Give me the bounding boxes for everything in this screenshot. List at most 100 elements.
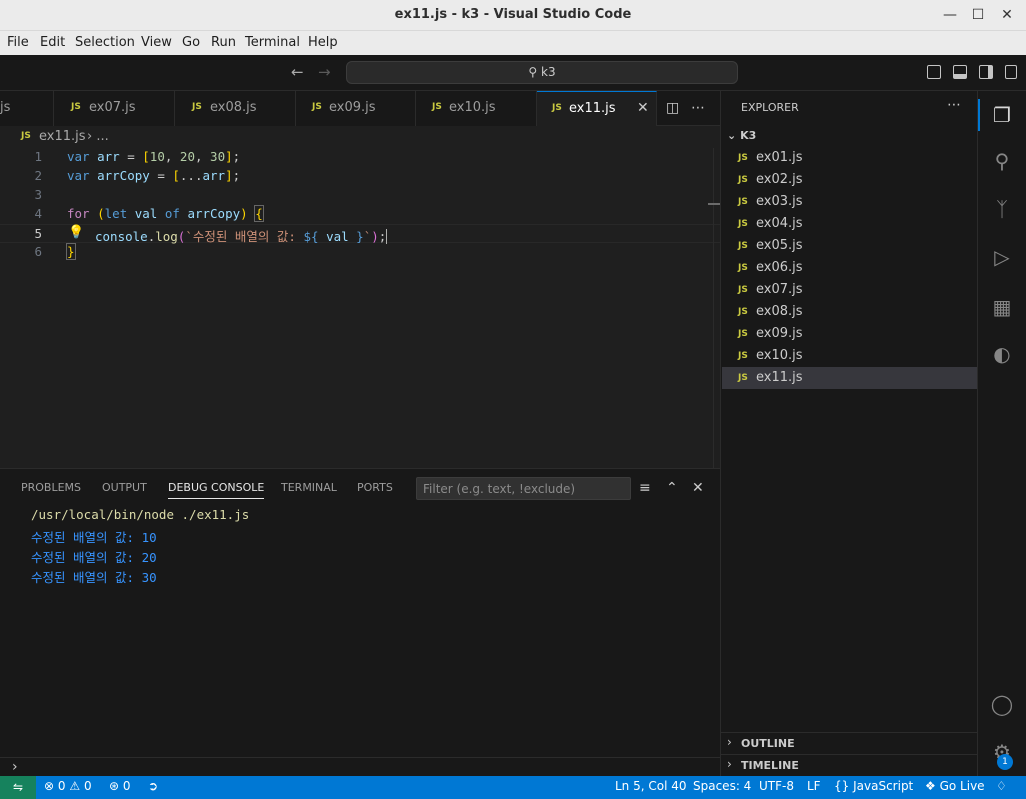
file-item[interactable]: JS ex06.js xyxy=(722,257,977,279)
js-file-icon: JS xyxy=(71,102,81,112)
file-item-selected[interactable]: JS ex11.js xyxy=(722,367,977,389)
remote-icon[interactable]: ⇋ xyxy=(0,776,36,799)
maximize-panel-icon[interactable]: ⌃ xyxy=(666,480,678,496)
panel-tab-output[interactable]: OUTPUT xyxy=(102,481,147,494)
filter-input[interactable] xyxy=(417,478,630,499)
toggle-secondary-sidebar-icon[interactable] xyxy=(979,65,993,79)
notifications-bell-icon[interactable]: ♢ xyxy=(996,779,1007,793)
menu-selection[interactable]: Selection xyxy=(75,35,135,50)
edge-devtools-icon[interactable]: ◐ xyxy=(989,341,1015,367)
file-item[interactable]: JS ex07.js xyxy=(722,279,977,301)
editor-scrollbar[interactable] xyxy=(713,148,714,468)
file-item[interactable]: JS ex03.js xyxy=(722,191,977,213)
toggle-primary-sidebar-icon[interactable] xyxy=(927,65,941,79)
code-line[interactable]: 3 xyxy=(0,186,720,205)
tab-ex08[interactable]: JS ex08.js xyxy=(175,91,296,126)
maximize-icon[interactable]: ☐ xyxy=(967,4,989,26)
tab-label: ex07.js xyxy=(89,100,136,115)
close-tab-icon[interactable]: ✕ xyxy=(637,100,649,116)
broadcast-icon: ❖ xyxy=(925,779,936,793)
menu-run[interactable]: Run xyxy=(211,35,236,50)
menu-go[interactable]: Go xyxy=(182,35,200,50)
forward-arrow-icon[interactable]: → xyxy=(318,63,331,81)
menu-bar: File Edit Selection View Go Run Terminal… xyxy=(0,31,1026,55)
split-editor-icon[interactable]: ◫ xyxy=(666,100,679,116)
menu-terminal[interactable]: Terminal xyxy=(245,35,300,50)
folder-k3[interactable]: ⌄ K3 xyxy=(727,129,756,142)
menu-help[interactable]: Help xyxy=(308,35,338,50)
problems-status[interactable]: ⊗ 0 ⚠ 0 xyxy=(44,779,92,793)
file-item[interactable]: JS ex05.js xyxy=(722,235,977,257)
end-of-line[interactable]: LF xyxy=(807,779,821,793)
language-mode[interactable]: {} JavaScript xyxy=(834,779,913,793)
code-line[interactable]: 2 var arrCopy = [...arr]; xyxy=(0,167,720,186)
close-window-icon[interactable]: ✕ xyxy=(996,4,1018,26)
tab-label: ex11.js xyxy=(569,101,616,116)
code-line[interactable]: 1 var arr = [10, 20, 30]; xyxy=(0,148,720,167)
panel-tab-ports[interactable]: PORTS xyxy=(357,481,393,494)
tab-label: js xyxy=(0,100,11,115)
source-control-icon[interactable]: ᛉ xyxy=(989,196,1015,222)
clear-console-icon[interactable]: ≡ xyxy=(639,480,651,496)
file-item[interactable]: JS ex08.js xyxy=(722,301,977,323)
toggle-panel-icon[interactable] xyxy=(953,65,967,79)
tab-ex11[interactable]: JS ex11.js ✕ xyxy=(537,91,657,126)
js-file-icon: JS xyxy=(738,153,748,163)
ports-status[interactable]: ⊛ 0 xyxy=(109,779,131,793)
close-panel-icon[interactable]: ✕ xyxy=(692,480,704,496)
file-item[interactable]: JS ex02.js xyxy=(722,169,977,191)
more-actions-icon[interactable]: ⋯ xyxy=(691,100,705,116)
broadcast-icon: ⊛ xyxy=(109,779,120,793)
tab-ex09[interactable]: JS ex09.js xyxy=(296,91,416,126)
file-item[interactable]: JS ex01.js xyxy=(722,147,977,169)
error-count: 0 xyxy=(57,779,66,793)
activity-bar: ❐ ⚲ ᛉ ▷ ▦ ◐ ◯ ⚙ xyxy=(977,91,1026,776)
cursor-position[interactable]: Ln 5, Col 40 xyxy=(615,779,687,793)
back-arrow-icon[interactable]: ← xyxy=(291,63,304,81)
command-center-search[interactable]: ⚲ k3 xyxy=(346,61,738,84)
tab-partial[interactable]: js xyxy=(0,91,54,126)
explorer-more-icon[interactable]: ⋯ xyxy=(947,97,961,113)
timeline-section[interactable]: › TIMELINE xyxy=(721,754,977,776)
js-file-icon: JS xyxy=(552,103,562,113)
panel-tab-terminal[interactable]: TERMINAL xyxy=(281,481,337,494)
menu-edit[interactable]: Edit xyxy=(40,35,65,50)
code-line-current[interactable]: 5 💡 console.log(`수정된 배열의 값: ${ val }`); xyxy=(0,224,720,244)
debug-repl-input[interactable]: › xyxy=(0,757,720,777)
indentation[interactable]: Spaces: 4 xyxy=(693,779,751,793)
warning-icon: ⚠ xyxy=(69,779,81,793)
go-live-button[interactable]: ❖ Go Live xyxy=(925,779,985,793)
code-editor[interactable]: 1 var arr = [10, 20, 30]; 2 var arrCopy … xyxy=(0,148,720,468)
accounts-icon[interactable]: ◯ xyxy=(989,691,1015,717)
outline-section[interactable]: › OUTLINE xyxy=(721,732,977,754)
console-log-line: 수정된 배열의 값: 20 xyxy=(31,550,157,565)
js-file-icon: JS xyxy=(738,329,748,339)
panel-tab-problems[interactable]: PROBLEMS xyxy=(21,481,81,494)
tab-ex07[interactable]: JS ex07.js xyxy=(54,91,175,126)
menu-view[interactable]: View xyxy=(141,35,172,50)
file-label: ex08.js xyxy=(756,304,803,319)
file-item[interactable]: JS ex10.js xyxy=(722,345,977,367)
run-debug-icon[interactable]: ▷ xyxy=(989,244,1015,270)
menu-file[interactable]: File xyxy=(7,35,29,50)
code-line[interactable]: 6 } xyxy=(0,243,720,262)
console-filter[interactable] xyxy=(416,477,631,500)
debug-status-icon[interactable]: ➲ xyxy=(148,779,158,793)
breadcrumb-file[interactable]: ex11.js xyxy=(39,129,86,144)
file-item[interactable]: JS ex04.js xyxy=(722,213,977,235)
minimize-icon[interactable]: — xyxy=(939,4,961,26)
tab-ex10[interactable]: JS ex10.js xyxy=(416,91,537,126)
extensions-icon[interactable]: ▦ xyxy=(989,294,1015,320)
files-icon[interactable]: ❐ xyxy=(989,102,1015,128)
customize-layout-icon[interactable] xyxy=(1005,65,1017,79)
file-item[interactable]: JS ex09.js xyxy=(722,323,977,345)
lightbulb-icon[interactable]: 💡 xyxy=(68,225,84,240)
console-log-line: 수정된 배열의 값: 30 xyxy=(31,570,157,585)
file-label: ex11.js xyxy=(756,370,803,385)
chevron-right-icon: › xyxy=(727,735,732,749)
breadcrumb-rest[interactable]: › ... xyxy=(87,129,109,144)
code-line[interactable]: 4 for (let val of arrCopy) { xyxy=(0,205,720,224)
panel-tab-debug-console[interactable]: DEBUG CONSOLE xyxy=(168,481,265,499)
encoding[interactable]: UTF-8 xyxy=(759,779,794,793)
search-icon[interactable]: ⚲ xyxy=(989,148,1015,174)
